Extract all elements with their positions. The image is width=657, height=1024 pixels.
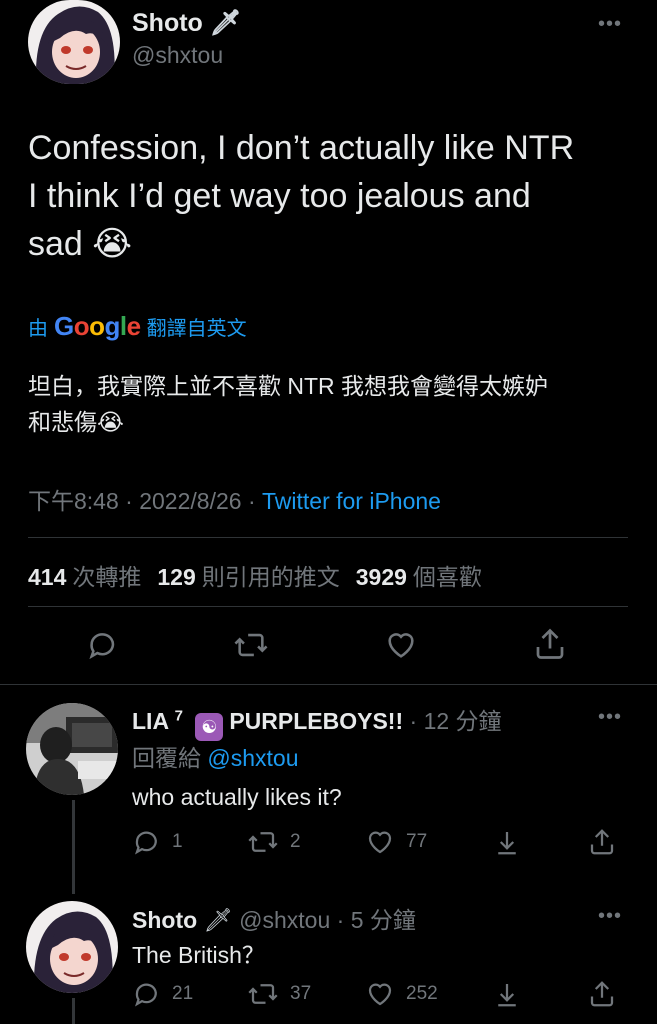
share-button[interactable] [587, 978, 617, 1010]
more-options-icon[interactable]: ••• [598, 14, 622, 34]
reply-count: 21 [172, 983, 194, 1004]
reply-text: The British？ [132, 942, 265, 968]
retweet-button[interactable]: 37 [246, 979, 311, 1009]
download-icon [498, 832, 516, 855]
reply-button[interactable]: 21 [132, 979, 193, 1009]
reply-avatar[interactable] [26, 703, 118, 795]
retweet-stat[interactable]: 414 次轉推 [28, 558, 141, 592]
download-button[interactable] [492, 978, 522, 1010]
meta-separator: · [125, 488, 133, 514]
tweet-meta: 下午8:48 · 2022/8/26 · Twitter for iPhone [28, 482, 441, 516]
retweet-icon [248, 832, 278, 852]
share-icon [590, 829, 614, 855]
heart-icon [368, 983, 392, 1006]
reply-icon [89, 633, 115, 660]
quote-stat[interactable]: 129 則引用的推文 [157, 558, 339, 592]
name-superscript: 7 [174, 707, 183, 725]
like-button[interactable]: 77 [364, 827, 427, 857]
tweet-text: Confession, I don’t actually like NTR I … [28, 129, 575, 263]
like-count: 252 [406, 983, 438, 1004]
meta-separator: · [247, 488, 256, 514]
reply-author[interactable]: Shoto 🗡 @shxtou · 5 分鐘 [132, 901, 416, 935]
retweet-icon [234, 633, 268, 657]
translate-suffix: 翻譯自英文 [146, 317, 247, 340]
translation-attribution[interactable]: 由 Google 翻譯自英文 [28, 310, 247, 342]
reply-icon [134, 831, 157, 855]
author-name[interactable]: Shoto 🗡 [132, 9, 242, 38]
reply-time[interactable]: · 5 分鐘 [337, 907, 416, 933]
retweet-count: 2 [290, 831, 301, 852]
retweet-count: 37 [290, 983, 312, 1004]
like-button[interactable]: 252 [364, 979, 438, 1009]
reply-icon [134, 983, 157, 1007]
replying-to: 回覆給 @shxtou [132, 745, 299, 771]
dagger-emoji-icon: 🗡 [203, 907, 233, 933]
yin-yang-icon: ☯ [195, 713, 224, 741]
translated-text: 坦白，我實際上並不喜歡 NTR 我想我會變得太嫉妒 和悲傷😭 [28, 373, 549, 435]
tweet-stats: 414 次轉推 129 則引用的推文 3929 個喜歡 [28, 558, 482, 592]
heart-icon [368, 831, 392, 854]
author-avatar[interactable] [28, 0, 120, 84]
reply-button[interactable] [86, 628, 120, 662]
share-button[interactable] [532, 626, 568, 662]
retweet-icon [248, 984, 278, 1004]
divider [28, 606, 628, 607]
translate-prefix: 由 [28, 317, 48, 340]
author-handle[interactable]: @shxtou [132, 42, 223, 69]
reply-handle[interactable]: @shxtou [239, 907, 330, 933]
share-icon [590, 981, 614, 1007]
google-logo: Google [54, 310, 141, 341]
thread-line [72, 800, 75, 894]
tweet-source[interactable]: Twitter for iPhone [262, 488, 441, 514]
reply-text: who actually likes it? [132, 784, 342, 810]
download-icon [498, 984, 516, 1007]
reply-avatar[interactable] [26, 901, 118, 993]
thread-line [72, 998, 75, 1024]
tweet-time[interactable]: 下午8:48 [28, 488, 119, 514]
retweet-button[interactable]: 2 [246, 827, 301, 857]
reply-button[interactable]: 1 [132, 827, 183, 857]
divider [28, 537, 628, 538]
more-options-icon[interactable]: ••• [598, 906, 622, 926]
reply-author[interactable]: LIA 7 ☯ PURPLEBOYS!! · 12 分鐘 [132, 702, 502, 741]
retweet-button[interactable] [232, 628, 270, 662]
tweet-date[interactable]: 2022/8/26 [139, 488, 241, 514]
heart-icon [388, 633, 414, 658]
reply-count: 1 [172, 831, 183, 852]
like-stat[interactable]: 3929 個喜歡 [356, 558, 482, 592]
share-button[interactable] [587, 826, 617, 858]
like-count: 77 [406, 831, 428, 852]
mention-link[interactable]: @shxtou [207, 745, 298, 771]
divider [0, 684, 657, 685]
dagger-emoji-icon: 🗡 [209, 9, 242, 37]
more-options-icon[interactable]: ••• [598, 707, 622, 727]
like-button[interactable] [383, 628, 419, 662]
share-icon [536, 628, 564, 659]
reply-time[interactable]: · 12 分鐘 [410, 708, 502, 734]
download-button[interactable] [492, 826, 522, 858]
